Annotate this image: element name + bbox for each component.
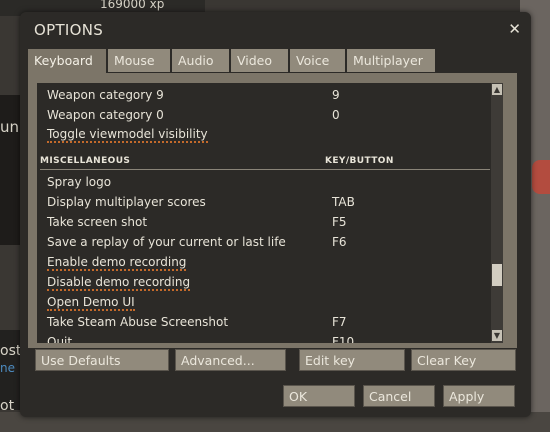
action-label: Take Steam Abuse Screenshot: [47, 315, 229, 329]
scroll-down-icon[interactable]: ▼: [492, 330, 502, 341]
list-item[interactable]: Enable demo recording: [47, 253, 187, 271]
key-value: F5: [332, 215, 347, 229]
advanced-button[interactable]: Advanced...: [175, 349, 286, 371]
list-item[interactable]: Take screen shot F5: [47, 213, 347, 231]
clear-key-button[interactable]: Clear Key: [411, 349, 516, 371]
tab-voice[interactable]: Voice: [290, 49, 345, 72]
key-binding-list[interactable]: Weapon category 9 9 Weapon category 0 0 …: [37, 83, 503, 343]
section-divider: [40, 169, 490, 170]
use-defaults-button[interactable]: Use Defaults: [35, 349, 169, 371]
scroll-up-icon[interactable]: ▲: [492, 84, 502, 95]
key-value: F10: [332, 335, 355, 343]
list-item[interactable]: Toggle viewmodel visibility: [47, 125, 208, 143]
tab-mouse[interactable]: Mouse: [108, 49, 170, 72]
tab-video[interactable]: Video: [231, 49, 288, 72]
list-item[interactable]: Disable demo recording: [47, 273, 191, 291]
key-value: F6: [332, 235, 347, 249]
action-label: Weapon category 0: [47, 108, 164, 122]
tab-bar: Keyboard Mouse Audio Video Voice Multipl…: [28, 49, 435, 73]
list-item[interactable]: Spray logo: [47, 173, 111, 191]
key-value: F7: [332, 315, 347, 329]
tab-multiplayer[interactable]: Multiplayer: [347, 49, 435, 72]
section-header: MISCELLANEOUS KEY/BUTTON: [40, 156, 393, 166]
action-label: Spray logo: [47, 175, 112, 189]
bg-scene-object: [532, 160, 550, 194]
list-item[interactable]: Display multiplayer scores TAB: [47, 193, 355, 211]
bg-text: ne: [0, 361, 15, 375]
list-scrollbar[interactable]: ▲ ▼: [491, 83, 503, 343]
action-label: Display multiplayer scores: [47, 195, 206, 209]
action-label: Take screen shot: [47, 215, 148, 229]
action-label: Weapon category 9: [47, 88, 164, 102]
list-item[interactable]: Quit F10: [47, 333, 354, 343]
list-item[interactable]: Open Demo UI: [47, 293, 135, 311]
key-value: 9: [332, 88, 340, 102]
key-value: TAB: [332, 195, 355, 209]
key-value: 0: [332, 108, 340, 122]
close-icon[interactable]: ✕: [508, 20, 521, 38]
action-label: Enable demo recording: [47, 255, 187, 271]
action-label: Disable demo recording: [47, 275, 191, 291]
list-item[interactable]: Weapon category 0 0: [47, 106, 340, 124]
action-label: Quit: [47, 335, 73, 343]
list-item[interactable]: Take Steam Abuse Screenshot F7: [47, 313, 347, 331]
dialog-title: OPTIONS: [34, 21, 104, 39]
cancel-button[interactable]: Cancel: [363, 385, 435, 407]
bg-text: ost: [0, 343, 22, 359]
scroll-thumb[interactable]: [492, 264, 502, 286]
action-label: Toggle viewmodel visibility: [47, 127, 208, 143]
list-item[interactable]: Weapon category 9 9: [47, 86, 340, 104]
list-item[interactable]: Save a replay of your current or last li…: [47, 233, 347, 251]
column-header-key: KEY/BUTTON: [325, 156, 394, 166]
tab-content-panel: Weapon category 9 9 Weapon category 0 0 …: [28, 73, 517, 348]
action-label: Open Demo UI: [47, 295, 135, 311]
section-title: MISCELLANEOUS: [40, 156, 131, 166]
xp-counter: 169000 xp: [100, 0, 165, 11]
tab-audio[interactable]: Audio: [172, 49, 229, 72]
edit-key-button[interactable]: Edit key: [299, 349, 405, 371]
tab-keyboard[interactable]: Keyboard: [28, 49, 106, 73]
action-label: Save a replay of your current or last li…: [47, 235, 286, 249]
ok-button[interactable]: OK: [283, 385, 355, 407]
options-dialog: OPTIONS ✕ Keyboard Mouse Audio Video Voi…: [20, 12, 531, 417]
apply-button[interactable]: Apply: [443, 385, 515, 407]
